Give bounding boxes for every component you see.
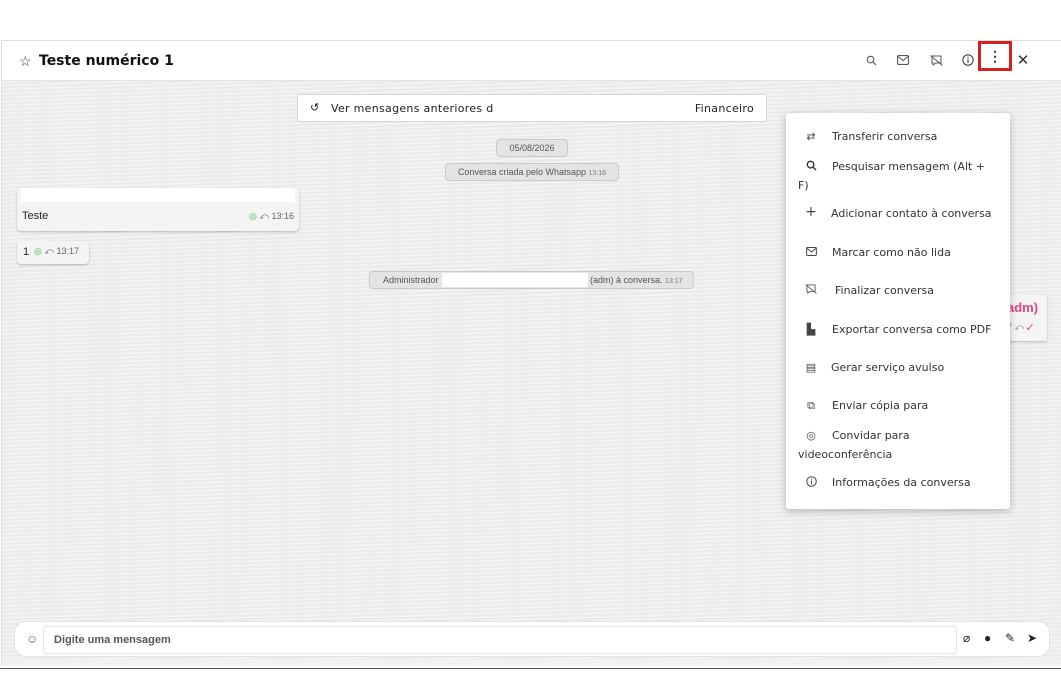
message-meta: ◎ ⤺ 13:17: [34, 246, 79, 257]
page-title: Teste numérico 1: [39, 53, 174, 69]
search-icon[interactable]: [862, 51, 880, 69]
date-separator: 05/08/2026: [496, 139, 568, 157]
transfer-icon: ⇄: [806, 130, 816, 143]
sender-name: adm): [1007, 300, 1039, 315]
menu-item-label: Transferir conversa: [832, 130, 938, 143]
message-meta: 7 ⤺ ✓: [1007, 322, 1033, 333]
read-check-icon: ✓: [1026, 322, 1034, 332]
mail-icon[interactable]: [894, 51, 912, 69]
menu-item-finish-conversation[interactable]: Finalizar conversa: [786, 284, 1010, 304]
reply-icon[interactable]: ⤺: [259, 211, 269, 221]
microphone-icon[interactable]: ●: [984, 631, 991, 645]
menu-item-add-contact[interactable]: + Adicionar contato à conversa: [786, 204, 1010, 227]
menu-item-video-invite[interactable]: ◎ Convidar para videoconferência: [786, 426, 1010, 466]
info-icon[interactable]: [959, 51, 977, 69]
older-messages-button[interactable]: ↺ Ver mensagens anteriores de Financeiro: [297, 94, 767, 122]
close-chat-icon[interactable]: [927, 51, 945, 69]
menu-item-label: Adicionar contato à conversa: [831, 207, 992, 220]
history-icon: ↺: [310, 101, 320, 114]
redacted-sender: [21, 188, 295, 202]
more-icon[interactable]: ⋮: [978, 41, 1012, 71]
menu-item-label: Finalizar conversa: [835, 284, 934, 297]
older-messages-label: Ver mensagens anteriores de: [331, 102, 501, 115]
admin-suffix-text: (adm) à conversa.: [590, 275, 663, 285]
created-time: 13:16: [588, 170, 607, 177]
menu-item-label: Gerar serviço avulso: [831, 361, 945, 374]
admin-prefix: Administrador: [383, 275, 439, 285]
redacted-name: [442, 273, 588, 287]
message-bubble[interactable]: 1 ◎ ⤺ 13:17: [17, 241, 89, 264]
message-text: 1: [23, 246, 30, 258]
send-icon[interactable]: ➤: [1027, 631, 1037, 645]
close-chat-icon: [804, 284, 818, 297]
outgoing-message-bubble[interactable]: adm) 7 ⤺ ✓: [1007, 295, 1047, 341]
admin-suffix: (adm) à conversa. 13:17: [590, 275, 683, 285]
message-input[interactable]: [43, 626, 957, 654]
reply-icon[interactable]: ⤺: [44, 246, 54, 256]
menu-item-transfer[interactable]: ⇄ Transferir conversa: [786, 130, 1010, 150]
message-bubble[interactable]: Teste ◎ ⤺ 13:16: [17, 188, 299, 231]
system-message-created: Conversa criada pelo Whatsapp 13:16: [445, 163, 619, 181]
message-time: 13:17: [56, 246, 80, 256]
info-icon: [804, 476, 818, 490]
admin-time: 13:17: [665, 278, 683, 285]
reply-icon[interactable]: ⤺: [1015, 322, 1025, 332]
menu-item-export-pdf[interactable]: ▙ Exportar conversa como PDF: [786, 323, 1010, 343]
close-icon[interactable]: ✕: [1014, 51, 1032, 69]
redacted-name: [493, 101, 691, 115]
menu-item-label: Informações da conversa: [832, 476, 971, 489]
chat-window: ☆ Teste numérico 1 ⋮ ✕ ↺ Ver mensagens a…: [1, 40, 1061, 666]
top-blank-area: [0, 0, 1061, 40]
menu-item-label: Exportar conversa como PDF: [832, 323, 992, 336]
created-label: Conversa criada pelo Whatsapp: [457, 167, 587, 177]
menu-item-mark-unread[interactable]: Marcar como não lida: [786, 246, 1010, 266]
menu-item-label: Enviar cópia para: [832, 399, 929, 412]
menu-item-send-copy[interactable]: ⧉ Enviar cópia para: [786, 399, 1010, 419]
menu-item-search-message[interactable]: Pesquisar mensagem (Alt + F): [786, 157, 1010, 197]
menu-item-conversation-info[interactable]: Informações da conversa: [786, 476, 1010, 496]
whatsapp-icon: ◎: [248, 211, 257, 221]
bottom-border: [0, 668, 1061, 673]
menu-item-label: Pesquisar mensagem (Alt + F): [798, 160, 986, 192]
whatsapp-icon: ◎: [34, 246, 42, 256]
copy-icon: ⧉: [807, 399, 815, 412]
pdf-icon: ▙: [806, 323, 816, 336]
document-icon: ▤: [805, 361, 817, 374]
pen-icon[interactable]: ✎: [1005, 631, 1015, 645]
message-time: 13:16: [271, 211, 294, 221]
message-text: Teste: [22, 210, 49, 222]
older-messages-department: Financeiro: [694, 102, 754, 115]
mail-icon: [804, 246, 818, 259]
menu-item-label: Convidar para videoconferência: [798, 429, 910, 461]
message-composer: ☺ ⌀ ● ✎ ➤: [14, 621, 1050, 657]
message-meta: ◎ ⤺ 13:16: [249, 211, 294, 222]
emoji-icon[interactable]: ☺: [26, 632, 38, 646]
menu-item-generate-service[interactable]: ▤ Gerar serviço avulso: [786, 361, 1010, 381]
chat-header: ☆ Teste numérico 1 ⋮ ✕: [2, 41, 1061, 81]
menu-item-label: Marcar como não lida: [832, 246, 951, 259]
system-message-admin: Administrador (adm) à conversa. 13:17: [369, 271, 694, 289]
plus-icon: +: [805, 204, 817, 220]
attach-icon[interactable]: ⌀: [963, 631, 970, 645]
star-icon[interactable]: ☆: [19, 53, 32, 70]
conversation-options-menu: ⇄ Transferir conversa Pesquisar mensagem…: [786, 113, 1010, 509]
date-label: 05/08/2026: [509, 143, 555, 153]
